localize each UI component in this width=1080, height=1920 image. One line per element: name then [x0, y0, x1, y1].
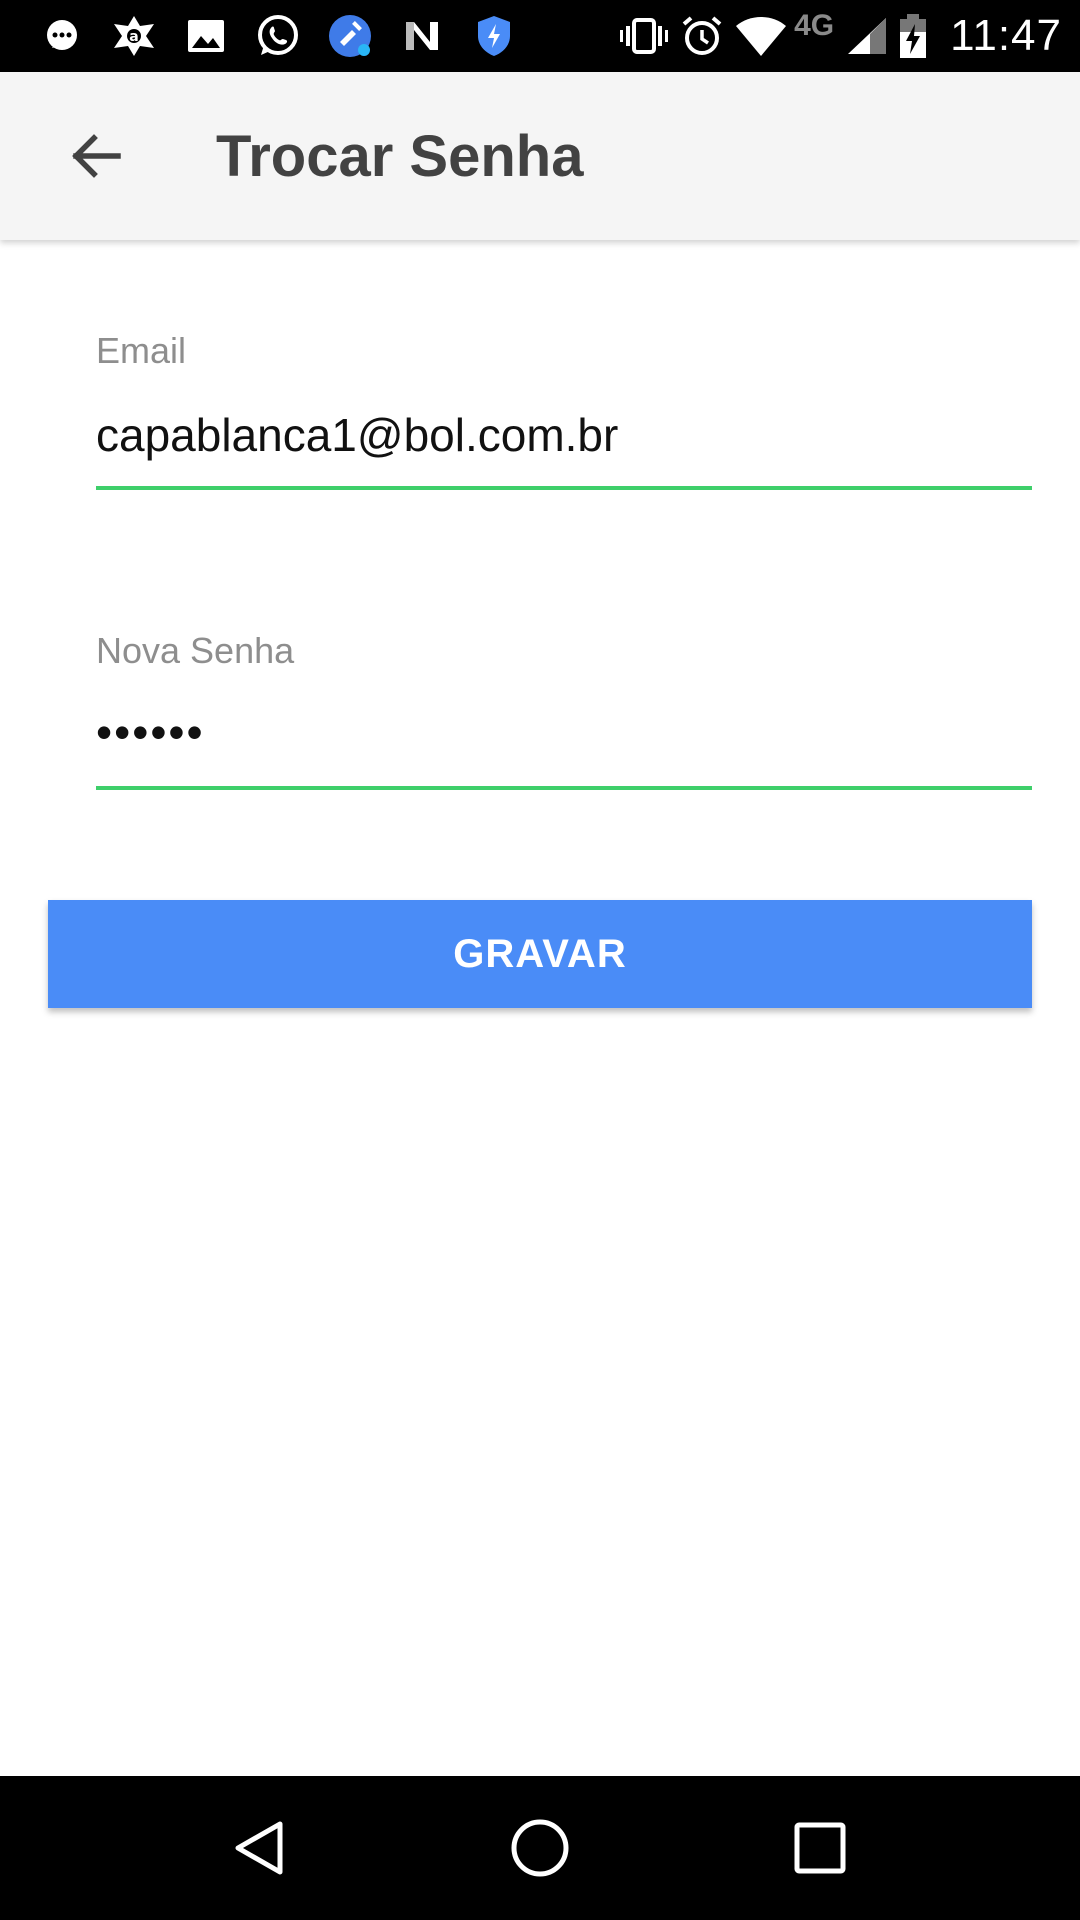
email-underline — [96, 486, 1032, 490]
notification-icons: a — [26, 0, 530, 72]
arrow-back-icon — [72, 134, 121, 178]
recents-square-icon — [794, 1822, 846, 1874]
nav-home-button[interactable] — [480, 1788, 600, 1908]
system-icons: 4G 11:47 — [608, 0, 1062, 72]
whatsapp-icon — [242, 0, 314, 72]
back-triangle-icon — [235, 1821, 283, 1875]
new-password-input[interactable]: •••••• — [96, 705, 205, 759]
save-button[interactable]: GRAVAR — [48, 900, 1032, 1008]
back-button[interactable] — [46, 106, 146, 206]
navigation-bar — [0, 1776, 1080, 1920]
home-circle-icon — [511, 1819, 569, 1877]
email-label: Email — [96, 330, 187, 371]
status-clock: 11:47 — [950, 11, 1062, 60]
status-bar: a 4G 11:47 — [0, 0, 1080, 72]
new-password-label: Nova Senha — [96, 630, 295, 671]
nav-recents-button[interactable] — [760, 1788, 880, 1908]
wifi-icon — [734, 0, 788, 72]
email-input[interactable] — [96, 400, 1032, 470]
chat-bubble-icon — [26, 0, 98, 72]
signal-icon — [844, 0, 888, 72]
image-icon — [170, 0, 242, 72]
page-title: Trocar Senha — [216, 123, 584, 189]
app-bar: Trocar Senha — [0, 72, 1080, 240]
vibrate-icon — [618, 0, 670, 72]
battery-charging-icon — [898, 0, 928, 72]
shield-icon — [458, 0, 530, 72]
screen: a 4G 11:47 Trocar Senha Email capablanca… — [0, 0, 1080, 1920]
avast-icon: a — [98, 0, 170, 72]
alarm-icon — [680, 0, 724, 72]
nav-back-button[interactable] — [200, 1788, 320, 1908]
n-icon — [386, 0, 458, 72]
svg-text:a: a — [129, 29, 138, 45]
cleaner-icon — [314, 0, 386, 72]
network-type-label: 4G — [794, 9, 835, 42]
password-underline — [96, 786, 1032, 790]
